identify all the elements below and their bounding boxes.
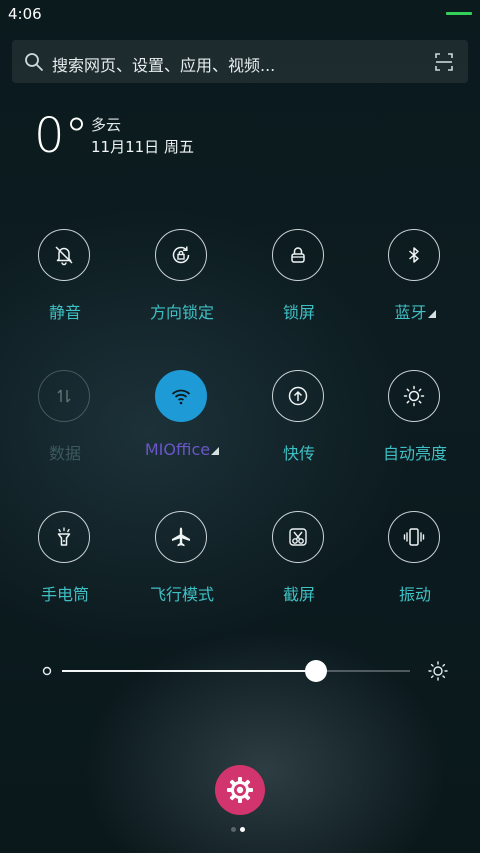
upload-icon (288, 386, 308, 406)
brightness-slider[interactable] (36, 656, 448, 686)
toggle-flashlight-circle[interactable] (38, 511, 90, 563)
page-dot (231, 827, 236, 832)
toggle-rotation-lock-circle[interactable] (155, 229, 207, 281)
toggle-airplane[interactable]: 飞行模式 (127, 511, 237, 611)
toggle-screenshot-circle[interactable] (272, 511, 324, 563)
brightness-track[interactable] (62, 660, 410, 682)
toggle-auto-brightness-circle[interactable] (388, 370, 440, 422)
toggle-quick-share-label: 快传 (282, 444, 315, 463)
expand-corner-icon (427, 310, 436, 318)
brightness-high-icon (428, 661, 448, 681)
gear-icon (227, 777, 253, 803)
toggle-vibrate-label: 振动 (398, 585, 431, 604)
rotation-lock-icon (172, 246, 190, 264)
wifi-icon (171, 389, 191, 405)
toggle-screenshot-label: 截屏 (282, 585, 315, 604)
toggle-quick-share-circle[interactable] (272, 370, 324, 422)
weather-widget[interactable]: 0° 多云 11月11日 周五 (34, 108, 294, 168)
expand-corner-icon (211, 447, 220, 455)
toggle-mute-circle[interactable] (38, 229, 90, 281)
toggle-bluetooth-circle[interactable] (388, 229, 440, 281)
toggle-bluetooth-label-text: 蓝牙 (394, 303, 427, 322)
page-indicator (231, 827, 251, 833)
toggle-mobile-data-label: 数据 (48, 444, 81, 463)
toggle-airplane-label: 飞行模式 (149, 585, 214, 604)
toggle-lock-screen-label: 锁屏 (282, 303, 315, 322)
toggle-wifi-label: MIOffice (127, 440, 237, 459)
toggle-mute[interactable]: 静音 (10, 229, 120, 329)
toggle-bluetooth-label: 蓝牙 (360, 299, 470, 323)
lock-icon (291, 247, 305, 263)
brightness-knob[interactable] (305, 660, 328, 682)
scissors-icon (289, 528, 307, 546)
battery-indicator (446, 12, 472, 15)
toggle-auto-brightness[interactable]: 自动亮度 (360, 370, 470, 470)
toggle-wifi-circle[interactable] (155, 370, 207, 422)
status-time: 4:06 (8, 5, 42, 23)
toggle-flashlight-label: 手电筒 (40, 585, 89, 604)
toggle-rotation-lock-label: 方向锁定 (149, 303, 214, 322)
toggle-wifi-label-text: MIOffice (144, 440, 211, 459)
toggle-mobile-data-circle[interactable] (38, 370, 90, 422)
toggle-quick-share[interactable]: 快传 (244, 370, 354, 470)
toggle-bluetooth[interactable]: 蓝牙 (360, 229, 470, 329)
toggle-wifi[interactable]: MIOffice (127, 370, 237, 470)
brightness-fill (62, 670, 317, 672)
toggle-lock-screen-circle[interactable] (272, 229, 324, 281)
toggle-rotation-lock[interactable]: 方向锁定 (127, 229, 237, 329)
toggle-airplane-circle[interactable] (155, 511, 207, 563)
brightness-low-icon (42, 666, 52, 676)
toggle-screenshot[interactable]: 截屏 (244, 511, 354, 611)
search-bar[interactable]: 搜索网页、设置、应用、视频... (12, 40, 468, 83)
scan-icon[interactable] (434, 52, 454, 72)
weather-date: 11月11日 周五 (91, 138, 194, 156)
toggle-mobile-data[interactable]: 数据 (10, 370, 120, 470)
toggle-lock-screen[interactable]: 锁屏 (244, 229, 354, 329)
toggle-auto-brightness-label: 自动亮度 (382, 444, 447, 463)
vibrate-icon (403, 528, 425, 546)
flashlight-icon (57, 527, 71, 546)
bluetooth-icon (409, 247, 419, 263)
toggle-mute-label: 静音 (48, 303, 81, 322)
weather-temperature: 0° (34, 108, 89, 164)
settings-button[interactable] (215, 765, 265, 815)
search-input[interactable]: 搜索网页、设置、应用、视频... (52, 52, 275, 76)
toggle-flashlight[interactable]: 手电筒 (10, 511, 120, 611)
weather-condition: 多云 (91, 116, 122, 134)
airplane-icon (172, 527, 190, 547)
bell-off-icon (55, 246, 73, 266)
page-dot (240, 827, 245, 832)
data-arrows-icon (57, 389, 71, 403)
toggle-vibrate[interactable]: 振动 (360, 511, 470, 611)
search-icon (25, 53, 43, 71)
status-bar: 4:06 (0, 0, 480, 28)
toggle-vibrate-circle[interactable] (388, 511, 440, 563)
sun-icon (403, 385, 425, 407)
